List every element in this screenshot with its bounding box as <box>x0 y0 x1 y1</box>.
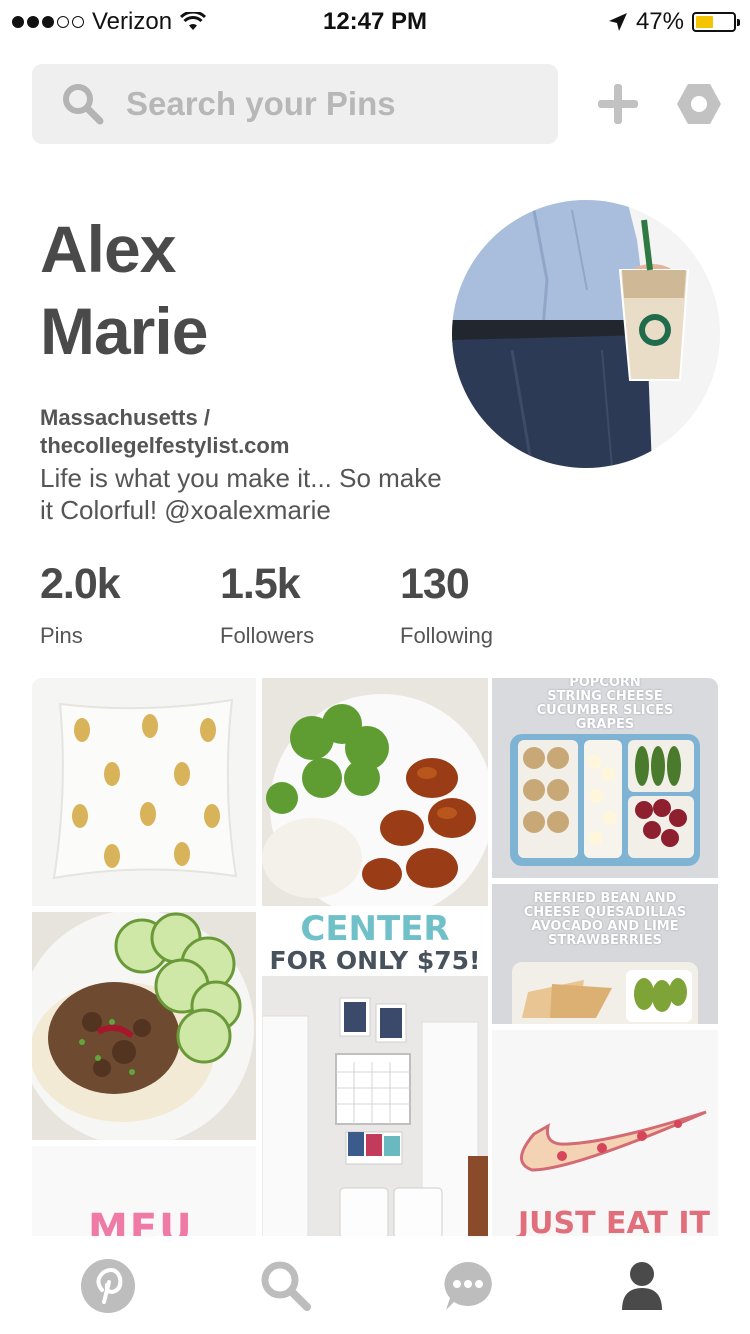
profile-first-name: Alex <box>40 212 176 286</box>
pin-quesadilla-caption: REFRIED BEAN AND CHEESE QUESADILLAS AVOC… <box>492 892 718 948</box>
pin-command-center-subtitle: FOR ONLY $75! <box>269 946 481 975</box>
profile-icon[interactable] <box>614 1258 670 1314</box>
avatar[interactable] <box>452 200 720 468</box>
pin-command-center-title: CENTER <box>300 912 450 949</box>
profile-location: Massachusetts / <box>40 405 210 430</box>
battery-icon <box>692 12 740 32</box>
pin-lunchbox-popcorn[interactable]: POPCORN STRING CHEESE CUCUMBER SLICES GR… <box>492 678 718 878</box>
pin-pink-text-label: MEU <box>88 1206 194 1238</box>
pin-just-eat-it[interactable]: JUST EAT IT <box>492 1030 718 1238</box>
stat-pins-value: 2.0k <box>40 560 121 608</box>
status-bar: Verizon 12:47 PM 47% <box>0 0 750 40</box>
caption-line: REFRIED BEAN AND <box>533 891 677 906</box>
profile-last-name: Marie <box>40 294 208 368</box>
pin-pineapple-pillow[interactable] <box>32 678 256 906</box>
pin-command-center[interactable]: CENTER FOR ONLY $75! <box>262 912 488 1238</box>
plus-icon[interactable] <box>596 82 640 126</box>
profile-name: Alex Marie <box>40 208 208 372</box>
caption-line: AVOCADO AND LIME <box>531 919 679 934</box>
stat-followers[interactable]: 1.5k Followers <box>220 560 314 649</box>
pin-command-center-header: CENTER FOR ONLY $75! <box>262 912 488 976</box>
battery-fill <box>696 16 713 28</box>
pin-image <box>32 912 256 1140</box>
pin-grid: POPCORN STRING CHEESE CUCUMBER SLICES GR… <box>32 678 718 1238</box>
caption-line: CHEESE QUESADILLAS <box>523 905 687 920</box>
status-right: 47% <box>608 8 740 36</box>
stat-following-label: Following <box>400 623 493 648</box>
stat-following-value: 130 <box>400 560 470 608</box>
pin-lunchbox-quesadilla[interactable]: REFRIED BEAN AND CHEESE QUESADILLAS AVOC… <box>492 884 718 1024</box>
settings-icon[interactable] <box>676 82 722 126</box>
pin-chicken-broccoli-bowl[interactable] <box>262 678 488 906</box>
messages-icon[interactable] <box>440 1258 496 1314</box>
pin-image <box>32 678 256 906</box>
stat-followers-value: 1.5k <box>220 560 301 608</box>
pin-pink-text[interactable]: MEU <box>32 1146 256 1238</box>
stat-pins[interactable]: 2.0k Pins <box>40 560 121 649</box>
caption-line: STRING CHEESE <box>547 689 663 704</box>
caption-line: GRAPES <box>575 717 635 732</box>
profile-website-link[interactable]: thecollegelfestylist.com <box>40 432 460 460</box>
stat-following[interactable]: 130 Following <box>400 560 493 649</box>
stat-followers-label: Followers <box>220 623 315 648</box>
pin-just-eat-it-label: JUST EAT IT <box>518 1206 710 1238</box>
caption-line: CUCUMBER SLICES <box>536 703 674 718</box>
pin-image <box>262 976 488 1238</box>
pin-image <box>262 678 488 906</box>
stat-pins-label: Pins <box>40 623 83 648</box>
location-arrow-icon <box>608 13 627 31</box>
pinterest-home-icon[interactable] <box>80 1258 136 1314</box>
search-placeholder: Search your Pins <box>126 85 396 122</box>
search-icon <box>63 84 104 125</box>
avatar-photo <box>452 200 720 468</box>
profile-bio: Massachusetts / thecollegelfestylist.com… <box>40 404 460 526</box>
bottom-nav <box>0 1236 750 1334</box>
profile-description: Life is what you make it... So make it C… <box>40 463 442 525</box>
search-icon[interactable] <box>258 1258 314 1314</box>
pin-lunchbox-caption: POPCORN STRING CHEESE CUCUMBER SLICES GR… <box>492 678 718 732</box>
search-input[interactable]: Search your Pins <box>32 64 558 144</box>
battery-percent: 47% <box>635 8 684 35</box>
caption-line: STRAWBERRIES <box>548 933 662 948</box>
pin-beef-cucumber-bowl[interactable] <box>32 912 256 1140</box>
